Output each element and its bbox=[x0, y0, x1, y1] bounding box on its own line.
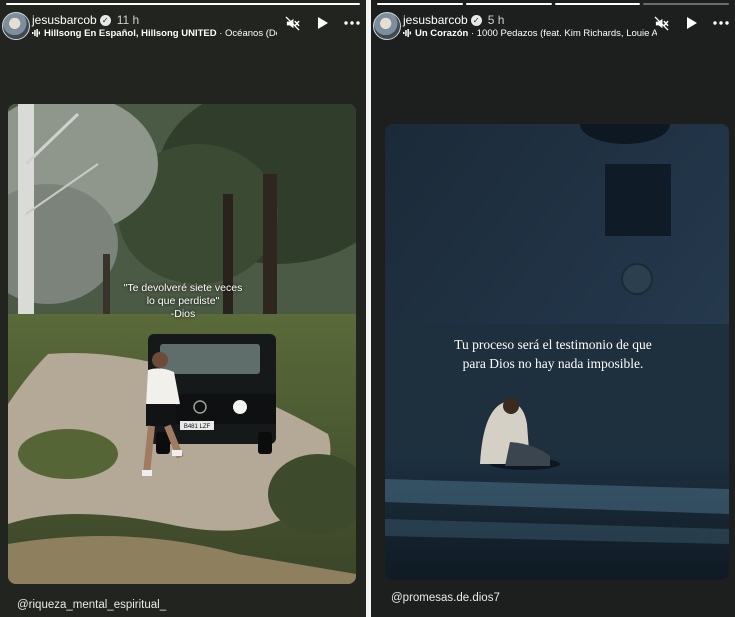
music-artist: Hillsong En Español, Hillsong UNITED bbox=[44, 28, 217, 39]
username[interactable]: jesusbarcob bbox=[32, 13, 97, 27]
caption-line: lo que perdiste" bbox=[146, 295, 220, 307]
mention-link[interactable]: @promesas.de.dios7 bbox=[391, 592, 500, 604]
mute-icon[interactable] bbox=[653, 15, 669, 31]
music-icon bbox=[32, 29, 40, 37]
play-icon[interactable] bbox=[683, 15, 699, 31]
story-controls bbox=[653, 15, 729, 31]
story-header: jesusbarcob ✓ 5 h Un Corazón · 1000 Pedazo… bbox=[371, 12, 735, 46]
verified-badge-icon: ✓ bbox=[470, 15, 482, 26]
username-row: jesusbarcob ✓ 5 h bbox=[403, 13, 504, 27]
post-time: 11 h bbox=[116, 13, 140, 27]
music-separator: · bbox=[468, 28, 477, 39]
caption-line: para Dios no hay nada imposible. bbox=[462, 356, 644, 371]
music-icon bbox=[403, 29, 411, 37]
verified-badge-icon: ✓ bbox=[99, 15, 111, 26]
caption-line: "Te devolveré siete veces bbox=[123, 282, 243, 294]
username-row: jesusbarcob ✓ 11 h bbox=[32, 13, 139, 27]
story-header: jesusbarcob ✓ 11 h Hillsong En Español, Hi… bbox=[0, 12, 366, 46]
story-caption: Tu proceso será el testimonio de que par… bbox=[371, 335, 735, 373]
music-title: Océanos (Donc bbox=[225, 28, 277, 39]
music-title: 1000 Pedazos (feat. Kim Richards, Louie … bbox=[476, 28, 657, 39]
music-separator: · bbox=[216, 28, 226, 39]
more-options-icon[interactable] bbox=[713, 15, 729, 31]
avatar[interactable] bbox=[2, 12, 30, 40]
more-options-icon[interactable] bbox=[344, 15, 360, 31]
progress-segment bbox=[465, 3, 552, 5]
mention-link[interactable]: @riqueza_mental_espiritual_ bbox=[17, 599, 166, 611]
progress-segment bbox=[554, 3, 641, 5]
username[interactable]: jesusbarcob bbox=[403, 13, 468, 27]
story-progress-bar bbox=[6, 3, 360, 5]
progress-segment bbox=[6, 3, 360, 5]
play-icon[interactable] bbox=[314, 15, 330, 31]
progress-segment bbox=[377, 3, 463, 5]
mute-icon[interactable] bbox=[284, 15, 300, 31]
story-panel-left[interactable]: jesusbarcob ✓ 11 h Hillsong En Español, Hi… bbox=[0, 0, 366, 617]
music-info[interactable]: Hillsong En Español, Hillsong UNITED · O… bbox=[32, 28, 277, 39]
avatar[interactable] bbox=[373, 12, 401, 40]
story-panel-right[interactable]: jesusbarcob ✓ 5 h Un Corazón · 1000 Pedazo… bbox=[371, 0, 735, 617]
progress-segment bbox=[643, 3, 729, 5]
story-progress-bar bbox=[377, 3, 729, 5]
story-media-image: B481 LZF bbox=[8, 104, 356, 584]
post-time: 5 h bbox=[487, 13, 505, 27]
story-controls bbox=[284, 15, 360, 31]
license-plate: B481 LZF bbox=[184, 424, 211, 430]
caption-line: -Dios bbox=[170, 308, 196, 320]
story-caption: "Te devolveré siete veces lo que perdist… bbox=[0, 282, 366, 321]
music-info[interactable]: Un Corazón · 1000 Pedazos (feat. Kim Ric… bbox=[403, 28, 657, 39]
music-artist: Un Corazón bbox=[415, 28, 469, 39]
caption-line: Tu proceso será el testimonio de que bbox=[454, 337, 652, 352]
forest-road-scene: B481 LZF bbox=[8, 104, 356, 584]
